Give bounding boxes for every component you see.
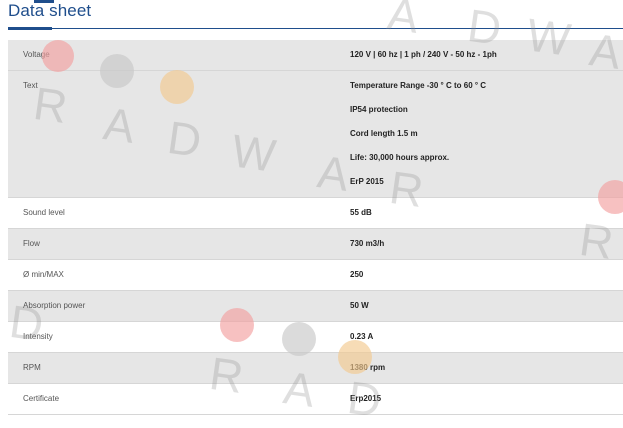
row-rpm: RPM 1380 rpm <box>8 352 623 384</box>
row-label: Text <box>23 81 38 90</box>
top-accent-bar <box>34 0 54 3</box>
row-value: 1380 rpm <box>350 363 386 372</box>
data-sheet-header: Data sheet <box>8 0 623 30</box>
row-value: 730 m3/h <box>350 239 385 248</box>
row-intensity: Intensity 0.23 A <box>8 321 623 353</box>
row-text: Text Temperature Range -30 ° C to 60 ° C… <box>8 70 623 198</box>
row-certificate: Certificate Erp2015 <box>8 383 623 415</box>
row-value: 55 dB <box>350 208 372 217</box>
row-value-line: Temperature Range -30 ° C to 60 ° C <box>350 81 487 90</box>
row-diameter: Ø min/MAX 250 <box>8 259 623 291</box>
row-value: Erp2015 <box>350 394 382 403</box>
row-voltage: Voltage 120 V | 60 hz | 1 ph / 240 V - 5… <box>8 40 623 71</box>
row-value: 50 W <box>350 301 369 310</box>
row-value-line: Cord length 1.5 m <box>350 129 418 138</box>
row-label: Sound level <box>23 208 65 217</box>
row-value: 0.23 A <box>350 332 374 341</box>
row-value: 120 V | 60 hz | 1 ph / 240 V - 50 hz - 1… <box>350 50 497 59</box>
row-value: 250 <box>350 270 364 279</box>
row-value-line: Life: 30,000 hours approx. <box>350 153 450 162</box>
title-underline-accent <box>8 27 52 30</box>
row-value-line: IP54 protection <box>350 105 408 114</box>
row-label: Flow <box>23 239 40 248</box>
row-absorption-power: Absorption power 50 W <box>8 290 623 322</box>
title-underline <box>8 28 623 29</box>
row-value-line: ErP 2015 <box>350 177 384 186</box>
row-flow: Flow 730 m3/h <box>8 228 623 260</box>
row-label: RPM <box>23 363 41 372</box>
row-label: Certificate <box>23 394 60 403</box>
row-label: Intensity <box>23 332 53 341</box>
data-sheet-table: Voltage 120 V | 60 hz | 1 ph / 240 V - 5… <box>8 40 623 415</box>
row-label: Voltage <box>23 50 50 59</box>
section-title: Data sheet <box>8 1 92 20</box>
row-label: Absorption power <box>23 301 86 310</box>
row-sound-level: Sound level 55 dB <box>8 197 623 229</box>
row-label: Ø min/MAX <box>23 270 64 279</box>
